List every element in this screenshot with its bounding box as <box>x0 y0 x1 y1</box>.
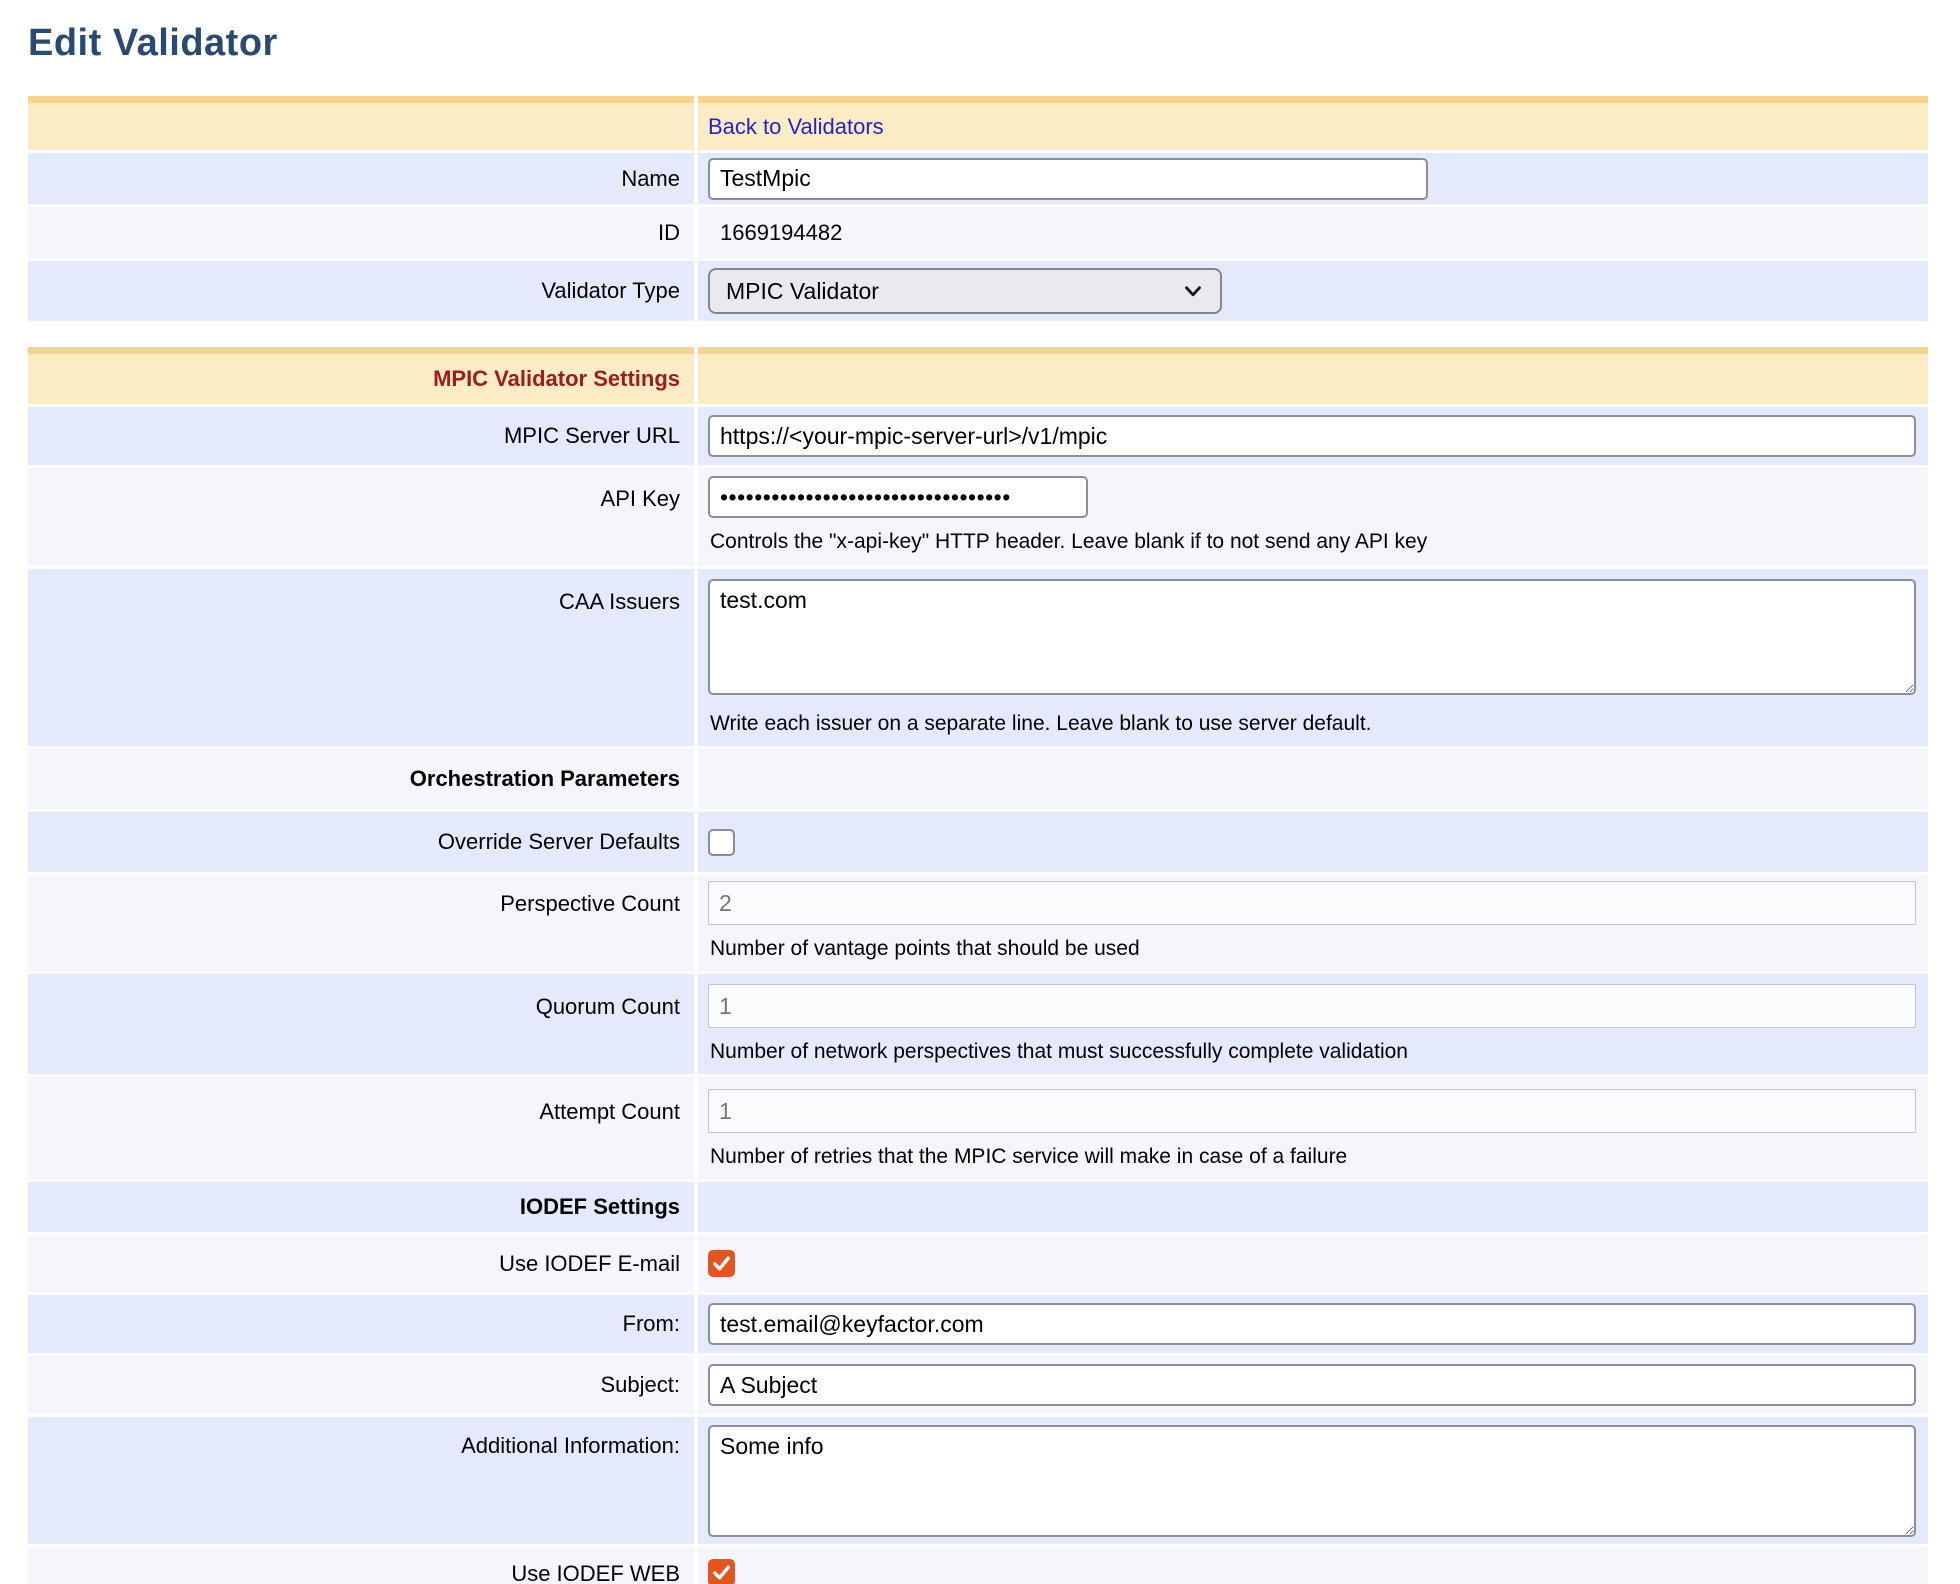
mpic-settings-table: MPIC Validator Settings MPIC Server URL … <box>24 344 1932 1584</box>
api-key-input[interactable] <box>708 476 1088 518</box>
use-iodef-email-label: Use IODEF E-mail <box>499 1251 680 1276</box>
iodef-section-title: IODEF Settings <box>520 1194 680 1219</box>
row-attempt-count: Attempt Count Number of retries that the… <box>28 1077 1928 1179</box>
perspective-count-label: Perspective Count <box>500 891 680 916</box>
mpic-section-title: MPIC Validator Settings <box>433 366 680 391</box>
perspective-count-help-text: Number of vantage points that should be … <box>710 937 1916 961</box>
name-label: Name <box>621 166 680 191</box>
row-mpic-server-url: MPIC Server URL <box>28 407 1928 465</box>
attempt-count-help-text: Number of retries that the MPIC service … <box>710 1145 1916 1169</box>
id-label: ID <box>658 220 680 245</box>
back-to-validators-link[interactable]: Back to Validators <box>708 114 884 139</box>
additional-information-textarea[interactable]: Some info <box>708 1425 1916 1537</box>
api-key-label: API Key <box>601 486 680 511</box>
header-cell-right: Back to Validators <box>698 96 1928 150</box>
table-header-row: Back to Validators <box>28 96 1928 150</box>
from-label: From: <box>623 1311 680 1336</box>
perspective-count-input <box>708 881 1916 925</box>
subject-label: Subject: <box>601 1372 681 1397</box>
section-header-row: MPIC Validator Settings <box>28 347 1928 404</box>
row-use-iodef-web: Use IODEF WEB <box>28 1547 1928 1584</box>
id-value: 1669194482 <box>720 220 842 245</box>
caa-issuers-help-text: Write each issuer on a separate line. Le… <box>710 712 1916 736</box>
header-cell-right <box>698 347 1928 404</box>
override-server-defaults-label: Override Server Defaults <box>438 829 680 854</box>
mpic-server-url-label: MPIC Server URL <box>504 423 680 448</box>
api-key-help-text: Controls the "x-api-key" HTTP header. Le… <box>710 530 1916 554</box>
row-name: Name <box>28 153 1928 204</box>
override-server-defaults-checkbox[interactable] <box>708 829 735 856</box>
header-cell-left <box>28 96 694 150</box>
use-iodef-web-label: Use IODEF WEB <box>511 1561 680 1584</box>
page-title: Edit Validator <box>28 22 1960 65</box>
mpic-server-url-input[interactable] <box>708 415 1916 457</box>
row-override-server-defaults: Override Server Defaults <box>28 812 1928 872</box>
validator-type-select[interactable]: MPIC Validator <box>708 268 1222 314</box>
row-orchestration-header: Orchestration Parameters <box>28 749 1928 809</box>
use-iodef-web-checkbox[interactable] <box>708 1559 735 1584</box>
edit-validator-page: Edit Validator Back to Validators Name I… <box>0 0 1960 1584</box>
identity-table: Back to Validators Name ID 1669194482 Va… <box>24 93 1932 324</box>
row-id: ID 1669194482 <box>28 207 1928 258</box>
orchestration-section-title: Orchestration Parameters <box>410 766 680 791</box>
row-quorum-count: Quorum Count Number of network perspecti… <box>28 974 1928 1074</box>
row-subject: Subject: <box>28 1356 1928 1414</box>
row-validator-type: Validator Type MPIC Validator <box>28 261 1928 321</box>
caa-issuers-label: CAA Issuers <box>559 589 680 614</box>
row-perspective-count: Perspective Count Number of vantage poin… <box>28 875 1928 971</box>
from-input[interactable] <box>708 1303 1916 1345</box>
row-iodef-header: IODEF Settings <box>28 1182 1928 1232</box>
row-from: From: <box>28 1295 1928 1353</box>
quorum-count-input <box>708 984 1916 1028</box>
quorum-count-help-text: Number of network perspectives that must… <box>710 1040 1916 1064</box>
row-use-iodef-email: Use IODEF E-mail <box>28 1235 1928 1292</box>
attempt-count-label: Attempt Count <box>539 1099 680 1124</box>
validator-type-label: Validator Type <box>541 278 680 303</box>
caa-issuers-textarea[interactable]: test.com <box>708 579 1916 695</box>
attempt-count-input <box>708 1089 1916 1133</box>
chevron-down-icon <box>1180 278 1206 304</box>
row-additional-information: Additional Information: Some info <box>28 1417 1928 1544</box>
validator-type-selected-value: MPIC Validator <box>726 278 879 305</box>
row-api-key: API Key Controls the "x-api-key" HTTP he… <box>28 468 1928 566</box>
row-caa-issuers: CAA Issuers test.com Write each issuer o… <box>28 569 1928 746</box>
use-iodef-email-checkbox[interactable] <box>708 1250 735 1277</box>
additional-information-label: Additional Information: <box>461 1433 680 1458</box>
name-input[interactable] <box>708 158 1428 200</box>
subject-input[interactable] <box>708 1364 1916 1406</box>
quorum-count-label: Quorum Count <box>536 994 680 1019</box>
